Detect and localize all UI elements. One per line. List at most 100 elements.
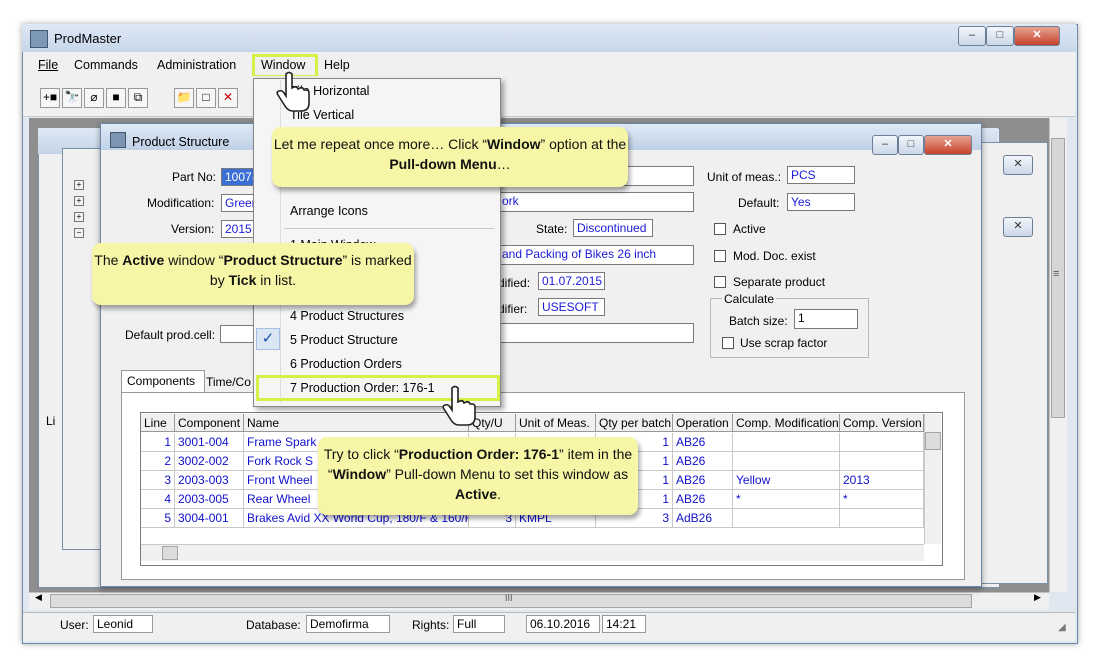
refresh-icon[interactable]: ⧉ — [128, 88, 148, 108]
back-window2-close-button[interactable]: ✕ — [1003, 217, 1033, 237]
grid-cell-component[interactable]: 3001-004 — [175, 433, 244, 452]
grid-cell-line[interactable]: 1 — [141, 433, 175, 452]
grid-header[interactable]: Unit of Meas. — [516, 414, 596, 432]
grid-horizontal-scrollbar[interactable] — [141, 544, 924, 561]
close-button[interactable]: ✕ — [1014, 26, 1060, 46]
grid-header[interactable]: Line — [141, 414, 175, 432]
separate-product-checkbox[interactable] — [714, 276, 726, 288]
menu-help[interactable]: Help — [324, 58, 350, 72]
grid-header[interactable]: Name — [244, 414, 469, 432]
uom-label: Unit of meas.: — [707, 170, 782, 184]
callout-bold: Active — [455, 486, 498, 502]
callout-text: window “ — [164, 252, 224, 268]
grid-cell-ver[interactable]: 2013 — [840, 471, 924, 490]
folder-icon[interactable]: 📁 — [174, 88, 194, 108]
window-menu-item[interactable]: 4 Product Structures — [290, 309, 404, 323]
name2-field[interactable]: ork — [498, 192, 694, 212]
tree-expander[interactable]: − — [74, 228, 84, 238]
grid-cell-ver[interactable]: * — [840, 490, 924, 509]
grid-cell-component[interactable]: 2003-005 — [175, 490, 244, 509]
grid-cell-op[interactable]: AB26 — [673, 471, 733, 490]
batch-size-field[interactable]: 1 — [794, 309, 858, 329]
ps-minimize-button[interactable]: – — [872, 135, 898, 155]
scroll-right-arrow-icon[interactable]: ▶ — [1034, 592, 1041, 603]
callout-bold: Tick — [228, 272, 257, 288]
grid-header[interactable]: Comp. Version — [840, 414, 924, 432]
grid-cell-mod[interactable] — [733, 433, 840, 452]
version-field[interactable]: 2015 — [221, 220, 257, 238]
callout-text: … — [496, 156, 511, 172]
grid-cell-op[interactable]: AB26 — [673, 452, 733, 471]
erase-icon[interactable]: ⌀ — [84, 88, 104, 108]
grid-cell-op[interactable]: AdB26 — [673, 509, 733, 528]
mod-doc-checkbox[interactable] — [714, 250, 726, 262]
grid-vscroll-thumb[interactable] — [925, 432, 941, 450]
tree-expander[interactable]: + — [74, 196, 84, 206]
ps-close-button[interactable]: ✕ — [924, 135, 972, 155]
grid-header[interactable]: Operation — [673, 414, 733, 432]
modification-field[interactable]: Green — [221, 194, 257, 212]
description-field[interactable]: and Packing of Bikes 26 inch — [498, 245, 694, 265]
scrap-factor-checkbox[interactable] — [722, 337, 734, 349]
grid-cell-line[interactable]: 5 — [141, 509, 175, 528]
tree-expander[interactable]: + — [74, 180, 84, 190]
window-menu-item[interactable]: Arrange Icons — [290, 204, 368, 218]
callout-text: in list. — [256, 272, 297, 288]
callout-text: The — [94, 252, 123, 268]
back-window-close-button[interactable]: ✕ — [1003, 155, 1033, 175]
window-icon[interactable]: □ — [196, 88, 216, 108]
right-back-window[interactable] — [980, 142, 1048, 584]
grid-cell-mod[interactable]: * — [733, 490, 840, 509]
grid-cell-component[interactable]: 3004-001 — [175, 509, 244, 528]
note-field[interactable] — [498, 323, 694, 343]
resize-grip-icon[interactable]: ◢ — [1058, 622, 1066, 633]
grid-cell-ver[interactable] — [840, 452, 924, 471]
state-field[interactable]: Discontinued — [573, 219, 653, 237]
menu-file[interactable]: File — [38, 58, 58, 72]
stop-icon[interactable]: ■ — [106, 88, 126, 108]
window-menu-item[interactable]: 6 Production Orders — [290, 357, 402, 371]
menu-commands[interactable]: Commands — [74, 58, 138, 72]
minimize-button[interactable]: – — [958, 26, 986, 46]
grid-cell-line[interactable]: 2 — [141, 452, 175, 471]
scrap-factor-label: Use scrap factor — [740, 336, 828, 350]
grid-cell-mod[interactable] — [733, 452, 840, 471]
ps-maximize-button[interactable]: □ — [898, 135, 924, 155]
status-user-label: User: — [60, 618, 89, 632]
delete-icon[interactable]: ✕ — [218, 88, 238, 108]
grid-cell-op[interactable]: AB26 — [673, 433, 733, 452]
part-no-field[interactable]: 1007- — [221, 168, 257, 186]
default-prod-cell-field[interactable] — [220, 325, 256, 343]
grid-hscroll-thumb[interactable] — [162, 546, 178, 560]
maximize-button[interactable]: □ — [986, 26, 1014, 46]
uom-field[interactable]: PCS — [787, 166, 855, 184]
grid-cell-ver[interactable] — [840, 433, 924, 452]
app-icon — [30, 30, 48, 48]
window-menu-item[interactable]: 5 Product Structure — [290, 333, 398, 347]
active-checkbox[interactable] — [714, 223, 726, 235]
scroll-left-arrow-icon[interactable]: ◀ — [35, 592, 42, 603]
grid-header[interactable]: Qty per batch — [596, 414, 673, 432]
grid-cell-component[interactable]: 2003-003 — [175, 471, 244, 490]
tab-time-cost-label[interactable]: Time/Co — [206, 375, 251, 389]
grid-cell-component[interactable]: 3002-002 — [175, 452, 244, 471]
grid-header[interactable]: Component — [175, 414, 244, 432]
grid-cell-line[interactable]: 4 — [141, 490, 175, 509]
status-rights-label: Rights: — [412, 618, 450, 632]
find-icon[interactable]: 🔭 — [62, 88, 82, 108]
add-icon[interactable]: +■ — [40, 88, 60, 108]
callout-bold: Product Structure — [223, 252, 343, 268]
menu-administration[interactable]: Administration — [157, 58, 236, 72]
status-date: 06.10.2016 — [526, 615, 600, 633]
grid-header[interactable]: Comp. Modification — [733, 414, 840, 432]
hand-cursor-icon — [442, 385, 476, 426]
callout-text: ” option at the — [540, 136, 627, 152]
tree-expander[interactable]: + — [74, 212, 84, 222]
callout-left: The Active window “Product Structure” is… — [92, 243, 414, 305]
grid-cell-op[interactable]: AB26 — [673, 490, 733, 509]
grid-cell-line[interactable]: 3 — [141, 471, 175, 490]
grid-cell-ver[interactable] — [840, 509, 924, 528]
grid-cell-mod[interactable] — [733, 509, 840, 528]
grid-cell-mod[interactable]: Yellow — [733, 471, 840, 490]
default-field[interactable]: Yes — [787, 193, 855, 211]
